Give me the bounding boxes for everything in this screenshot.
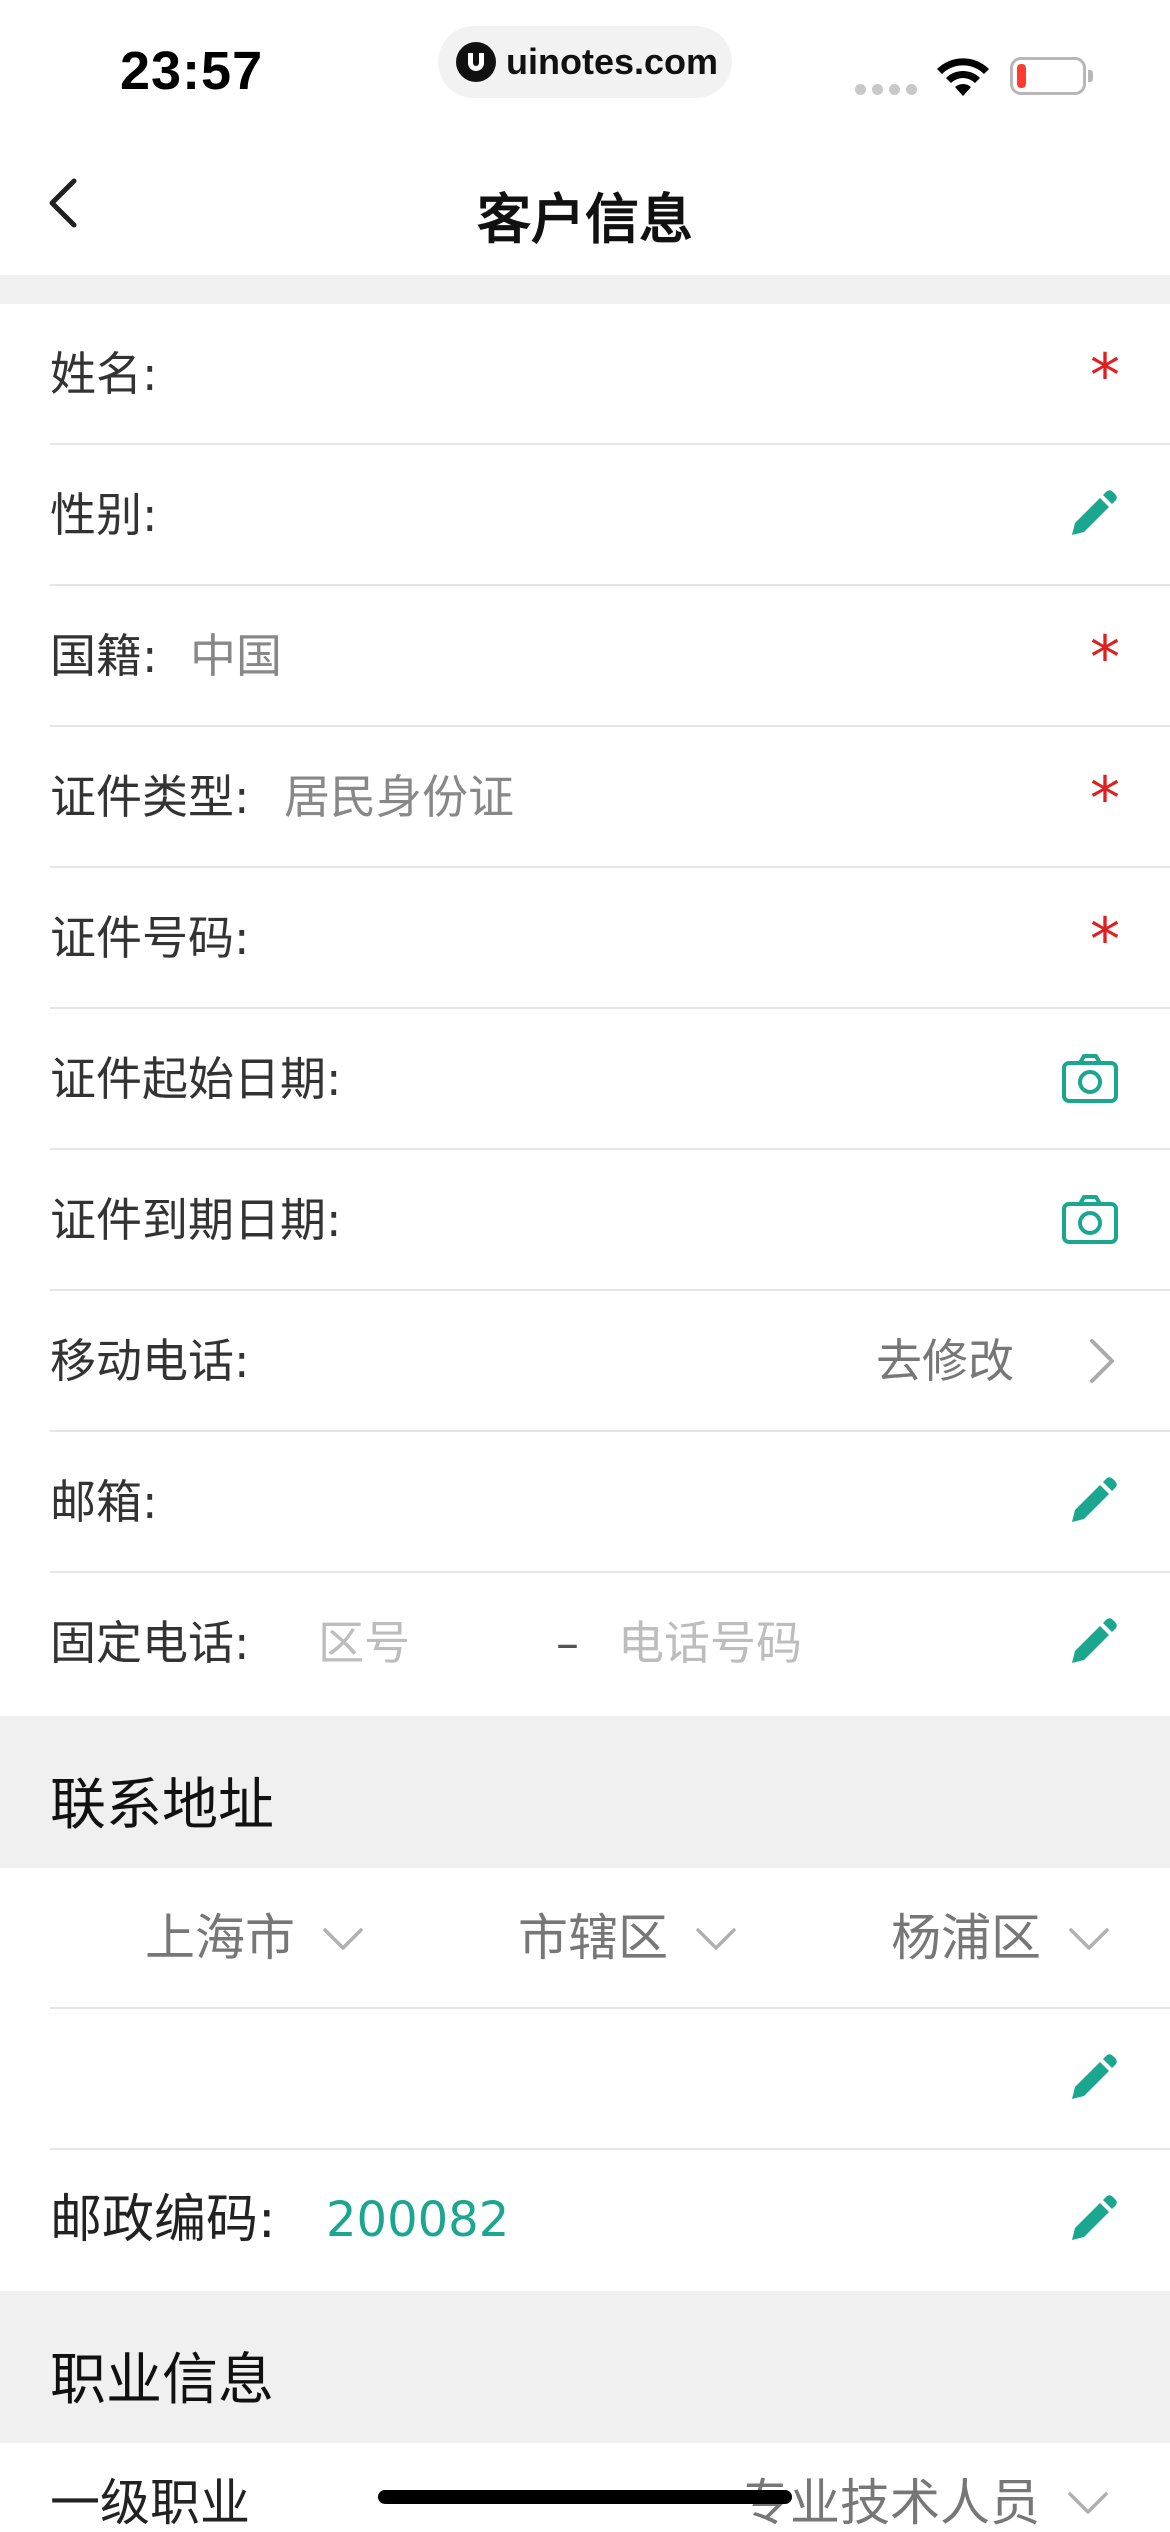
field-email-row[interactable]: 邮箱: (0, 1432, 1170, 1573)
required-mark: * (1090, 764, 1120, 834)
battery-icon (1010, 57, 1093, 95)
status-time: 23:57 (120, 41, 264, 101)
field-value: 居民身份证 (284, 770, 514, 824)
district-value: 杨浦区 (891, 1909, 1041, 1967)
city-value: 市辖区 (518, 1909, 668, 1967)
occupation-level1-value: 专业技术人员 (740, 2474, 1040, 2532)
field-nationality-row[interactable]: 国籍: 中国 * (0, 586, 1170, 727)
postal-code-label: 邮政编码: (50, 2190, 276, 2250)
occupation-level1-label: 一级职业 (50, 2474, 250, 2532)
chevron-right-icon[interactable] (1070, 1331, 1130, 1391)
section-divider (0, 275, 1170, 304)
address-section-header: 联系地址 (0, 1716, 1170, 1868)
field-id-number-row[interactable]: 证件号码: * (0, 868, 1170, 1009)
postal-code-value[interactable]: 200082 (326, 2150, 509, 2291)
field-label: 固定电话: (50, 1616, 250, 1670)
page-title: 客户信息 (477, 188, 693, 251)
section-title: 联系地址 (50, 1773, 274, 1838)
field-label: 证件起始日期: (50, 1052, 342, 1106)
province-value: 上海市 (145, 1909, 295, 1967)
occupation-level1-row[interactable]: 一级职业 专业技术人员 (0, 2443, 1170, 2532)
required-mark: * (1090, 905, 1120, 975)
province-select[interactable]: 上海市 (145, 1868, 365, 2009)
field-label: 性别: (50, 488, 158, 542)
field-label: 证件号码: (50, 911, 250, 965)
occupation-level1-select[interactable]: 专业技术人员 (740, 2443, 1110, 2532)
pencil-icon[interactable] (1062, 2190, 1122, 2250)
required-mark: * (1090, 341, 1120, 411)
field-gender-row[interactable]: 性别: (0, 445, 1170, 586)
chevron-down-icon (1069, 1927, 1109, 1950)
cellular-signal-icon (855, 84, 917, 95)
field-label: 邮箱: (50, 1475, 158, 1529)
section-title: 职业信息 (50, 2348, 274, 2413)
home-indicator (378, 2490, 792, 2504)
field-value: 中国 (190, 629, 282, 683)
region-selector-row: 上海市 市辖区 杨浦区 (0, 1868, 1170, 2009)
field-landline-row[interactable]: 固定电话: 区号 – 电话号码 (0, 1573, 1170, 1714)
field-mobile-row[interactable]: 移动电话: 去修改 (0, 1291, 1170, 1432)
field-id-start-date-row[interactable]: 证件起始日期: (0, 1009, 1170, 1150)
postal-code-row[interactable]: 邮政编码: 200082 (0, 2150, 1170, 2291)
occupation-section-header: 职业信息 (0, 2291, 1170, 2443)
field-label: 证件类型: (50, 770, 250, 824)
field-label: 姓名: (50, 347, 158, 401)
field-label: 移动电话: (50, 1334, 250, 1388)
status-bar: 23:57 uinotes.com (0, 0, 1170, 135)
address-detail-row[interactable] (0, 2009, 1170, 2150)
phone-number-input[interactable]: 电话号码 (618, 1573, 802, 1714)
pencil-icon[interactable] (1062, 2049, 1122, 2109)
separator-dash: – (556, 1616, 579, 1670)
chevron-down-icon (696, 1927, 736, 1950)
chevron-down-icon (323, 1927, 363, 1950)
field-label: 证件到期日期: (50, 1193, 342, 1247)
site-logo-icon (456, 42, 496, 82)
field-name-row[interactable]: 姓名: * (0, 304, 1170, 445)
wifi-icon (937, 58, 989, 96)
modify-link[interactable]: 去修改 (876, 1291, 1014, 1432)
pencil-icon[interactable] (1062, 1613, 1122, 1673)
url-text: uinotes.com (506, 41, 719, 82)
field-id-expiry-date-row[interactable]: 证件到期日期: (0, 1150, 1170, 1291)
url-pill[interactable]: uinotes.com (438, 26, 732, 98)
navigation-bar: 客户信息 (0, 135, 1170, 275)
camera-icon[interactable] (1060, 1049, 1120, 1109)
required-mark: * (1090, 623, 1120, 693)
camera-icon[interactable] (1060, 1190, 1120, 1250)
district-select[interactable]: 杨浦区 (891, 1868, 1111, 2009)
city-select[interactable]: 市辖区 (518, 1868, 738, 2009)
field-id-type-row[interactable]: 证件类型: 居民身份证 * (0, 727, 1170, 868)
chevron-down-icon (1068, 2492, 1108, 2514)
pencil-icon[interactable] (1062, 485, 1122, 545)
field-label: 国籍: (50, 629, 158, 683)
pencil-icon[interactable] (1062, 1472, 1122, 1532)
area-code-input[interactable]: 区号 (318, 1573, 410, 1714)
